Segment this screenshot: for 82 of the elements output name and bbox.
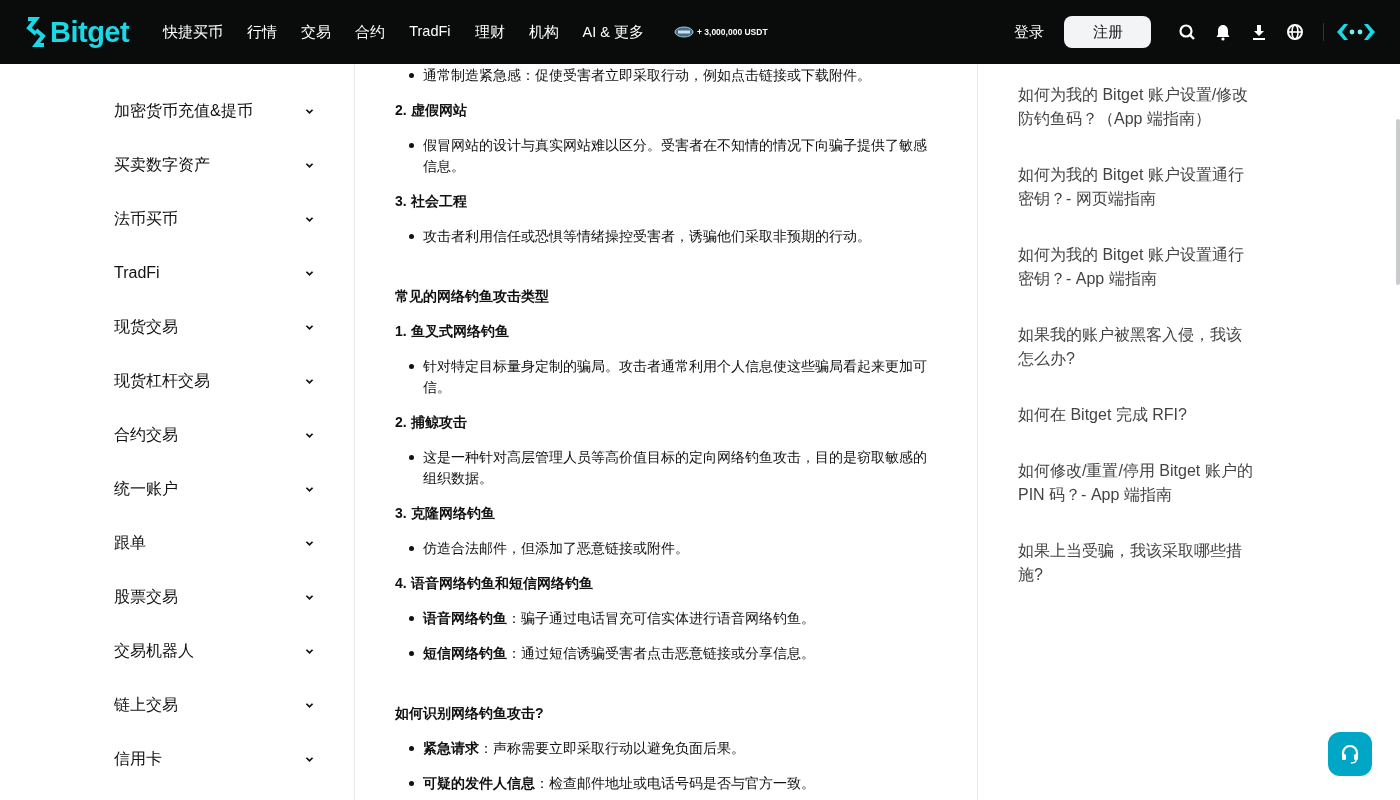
bullet-icon — [409, 73, 414, 78]
brand-name[interactable]: Bitget — [50, 15, 130, 49]
subsection-heading: 3. 克隆网络钓鱼 — [395, 504, 496, 523]
sidebar-item[interactable]: 信用卡 — [0, 732, 354, 786]
subsection-heading: 2. 虚假网站 — [395, 101, 468, 120]
bullet-text: 语音网络钓鱼：骗子通过电话冒充可信实体进行语音网络钓鱼。 — [423, 609, 815, 628]
related-article-link[interactable]: 如何在 Bitget 完成 RFI? — [1018, 403, 1254, 427]
sidebar-label: 现货交易 — [114, 316, 178, 337]
promo-text[interactable]: + 3,000,000 USDT — [696, 27, 768, 37]
related-article-link[interactable]: 如何修改/重置/停用 Bitget 账户的 PIN 码？- App 端指南 — [1018, 459, 1254, 507]
bell-icon[interactable] — [1214, 23, 1232, 41]
bullet-text: 可疑的发件人信息：检查邮件地址或电话号码是否与官方一致。 — [423, 774, 815, 793]
related-article-link[interactable]: 如果上当受骗，我该采取哪些措施? — [1018, 539, 1254, 587]
sidebar-label: 股票交易 — [114, 586, 178, 607]
related-article-link[interactable]: 如何为我的 Bitget 账户设置通行密钥？- 网页端指南 — [1018, 163, 1254, 211]
section-heading: 常见的网络钓鱼攻击类型 — [395, 287, 550, 306]
sidebar-item[interactable]: 法币买币 — [0, 192, 354, 246]
bullet-icon — [409, 781, 414, 786]
sidebar-label: 信用卡 — [114, 748, 162, 769]
sidebar-item[interactable]: 跟单 — [0, 516, 354, 570]
download-icon[interactable] — [1250, 23, 1268, 41]
bullet-text: 这是一种针对高层管理人员等高价值目标的定向网络钓鱼攻击，目的是窃取敏感的组织数据。 — [423, 448, 928, 488]
bullet-icon — [409, 364, 414, 369]
nav-link[interactable]: 合约 — [343, 22, 398, 42]
related-article-link[interactable]: 如何为我的 Bitget 账户设置通行密钥？- App 端指南 — [1018, 243, 1254, 291]
nav-link[interactable]: 机构 — [516, 22, 571, 42]
login-link[interactable]: 登录 — [1014, 22, 1044, 42]
subsection-heading: 4. 语音网络钓鱼和短信网络钓鱼 — [395, 574, 594, 593]
support-button[interactable] — [1328, 732, 1372, 776]
scrollbar-thumb[interactable] — [1396, 119, 1400, 285]
app-logo-icon[interactable] — [1336, 23, 1376, 41]
sidebar-item[interactable]: 现货杠杆交易 — [0, 354, 354, 408]
bullet-text: 短信网络钓鱼：通过短信诱骗受害者点击恶意链接或分享信息。 — [423, 644, 815, 663]
related-article-link[interactable]: 如果我的账户被黑客入侵，我该怎么办? — [1018, 323, 1254, 371]
sidebar-label: 跟单 — [114, 532, 146, 553]
bullet-text: 紧急请求：声称需要立即采取行动以避免负面后果。 — [423, 739, 745, 758]
nav-link[interactable]: TradFi — [397, 22, 463, 42]
sidebar-item[interactable]: 链上交易 — [0, 678, 354, 732]
bullet-icon — [409, 455, 414, 460]
subsection-heading: 3. 社会工程 — [395, 192, 468, 211]
sidebar-label: 交易机器人 — [114, 640, 194, 661]
bullet-icon — [409, 234, 414, 239]
sidebar-label: 合约交易 — [114, 424, 178, 445]
sidebar-item[interactable]: 合约交易 — [0, 408, 354, 462]
bullet-icon — [409, 143, 414, 148]
search-icon[interactable] — [1178, 23, 1196, 41]
sidebar-label: 法币买币 — [114, 208, 178, 229]
sidebar-label: 加密货币充值&提币 — [114, 100, 253, 121]
sidebar-label: 现货杠杆交易 — [114, 370, 210, 391]
bullet-text: 仿造合法邮件，但添加了恶意链接或附件。 — [423, 539, 689, 558]
sidebar-label: 买卖数字资产 — [114, 154, 210, 175]
bullet-text: 针对特定目标量身定制的骗局。攻击者通常利用个人信息使这些骗局看起来更加可信。 — [423, 357, 928, 397]
bullet-text: 通常制造紧急感：促使受害者立即采取行动，例如点击链接或下载附件。 — [423, 66, 871, 85]
bullet-icon — [409, 546, 414, 551]
sidebar-label: 链上交易 — [114, 694, 178, 715]
sidebar-item[interactable]: 现货交易 — [0, 300, 354, 354]
related-article-link[interactable]: 如何为我的 Bitget 账户设置/修改防钓鱼码？（App 端指南） — [1018, 83, 1254, 131]
bullet-icon — [409, 746, 414, 751]
bullet-icon — [409, 616, 414, 621]
sidebar-item[interactable]: 交易机器人 — [0, 624, 354, 678]
subsection-heading: 1. 鱼叉式网络钓鱼 — [395, 322, 510, 341]
sidebar-label: 统一账户 — [114, 478, 178, 499]
bullet-icon — [409, 651, 414, 656]
section-heading: 如何识别网络钓鱼攻击? — [395, 704, 545, 723]
nav-link[interactable]: 理财 — [462, 22, 517, 42]
nav-link[interactable]: 行情 — [235, 22, 290, 42]
badge-icon — [673, 26, 694, 38]
sidebar-item[interactable]: 股票交易 — [0, 570, 354, 624]
sidebar-item[interactable]: 加密货币充值&提币 — [0, 84, 354, 138]
sidebar-item[interactable]: 统一账户 — [0, 462, 354, 516]
bullet-text: 假冒网站的设计与真实网站难以区分。受害者在不知情的情况下向骗子提供了敏感信息。 — [423, 136, 928, 176]
globe-icon[interactable] — [1286, 23, 1304, 41]
bullet-text: 攻击者利用信任或恐惧等情绪操控受害者，诱骗他们采取非预期的行动。 — [423, 227, 871, 246]
sidebar-item[interactable]: 买卖数字资产 — [0, 138, 354, 192]
subsection-heading: 2. 捕鲸攻击 — [395, 413, 468, 432]
signup-button[interactable]: 注册 — [1064, 16, 1151, 48]
sidebar-label: TradFi — [114, 264, 160, 282]
sidebar-item[interactable]: TradFi — [0, 246, 354, 300]
nav-link[interactable]: 交易 — [289, 22, 344, 42]
nav-link[interactable]: 快捷买币 — [151, 22, 236, 42]
logo-icon — [24, 17, 48, 47]
nav-link[interactable]: AI & 更多 — [570, 22, 656, 42]
